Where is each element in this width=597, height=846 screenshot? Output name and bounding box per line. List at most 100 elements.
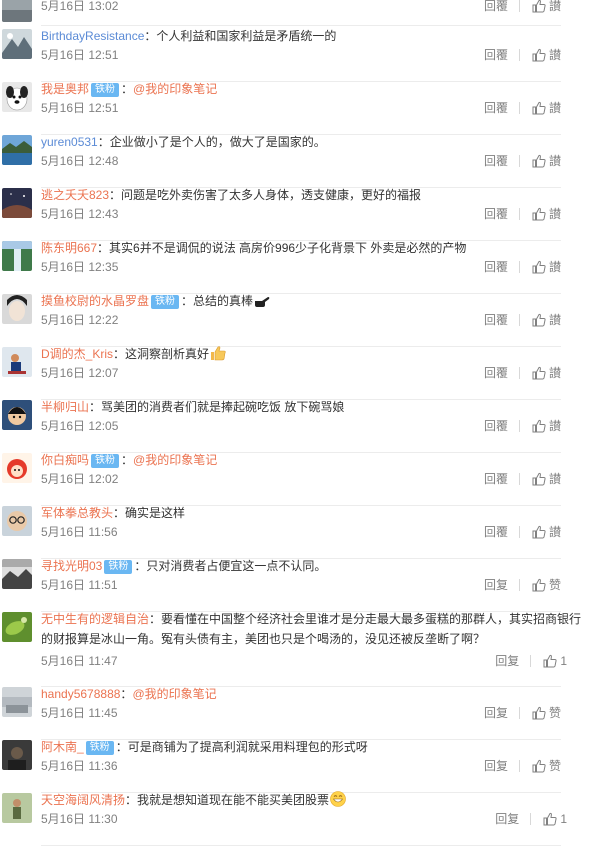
- comment-item: BirthdayResistance：个人利益和国家利益是矛盾统一的 5月16日 …: [0, 29, 597, 82]
- reply-button[interactable]: 回复: [495, 653, 519, 669]
- comment-actions: 回覆 讃: [484, 418, 561, 434]
- comment-username[interactable]: 我是奥邦: [41, 82, 89, 96]
- reply-button[interactable]: 回覆: [484, 524, 508, 540]
- avatar[interactable]: [2, 559, 32, 589]
- like-button[interactable]: 讃: [532, 365, 561, 381]
- comment-text: ：骂美团的消费者们就是捧起碗吃饭 放下碗骂娘: [89, 400, 345, 414]
- reply-button[interactable]: 回覆: [484, 365, 508, 381]
- like-button[interactable]: 讃: [532, 418, 561, 434]
- comment-username[interactable]: D调的杰_Kris: [41, 347, 113, 361]
- comment-timestamp: 5月16日 12:43: [41, 207, 119, 221]
- comment-text: ：确实是这样: [113, 506, 186, 520]
- reply-button[interactable]: 回覆: [484, 418, 508, 434]
- comment-username[interactable]: 逃之夭夭823: [41, 188, 109, 202]
- like-button[interactable]: 讃: [532, 259, 561, 275]
- comment-username[interactable]: 摸鱼校尉的水晶罗盘: [41, 294, 149, 308]
- like-button[interactable]: 讃: [532, 206, 561, 222]
- comment-username[interactable]: BirthdayResistance: [41, 29, 144, 43]
- like-button[interactable]: 讃: [532, 524, 561, 540]
- avatar[interactable]: [2, 506, 32, 536]
- like-button[interactable]: 1: [543, 653, 567, 669]
- avatar[interactable]: [2, 294, 32, 324]
- avatar[interactable]: [2, 687, 32, 717]
- comment-username[interactable]: 阿木南_: [41, 740, 84, 754]
- comment-item: 军体拳总教头：确实是这样 5月16日 11:56 回覆 讃: [0, 506, 597, 559]
- action-divider: [518, 155, 520, 167]
- reply-button[interactable]: 回复: [484, 705, 508, 721]
- like-icon: [532, 48, 546, 62]
- like-button[interactable]: 赞: [532, 758, 561, 774]
- reply-button[interactable]: 回覆: [484, 153, 508, 169]
- action-divider: [518, 526, 520, 538]
- comment-username[interactable]: 半柳归山: [41, 400, 89, 414]
- like-button[interactable]: 赞: [532, 577, 561, 593]
- reply-button[interactable]: 回覆: [484, 100, 508, 116]
- reply-button[interactable]: 回覆: [484, 259, 508, 275]
- comment-timestamp: 5月16日 13:02: [41, 0, 119, 13]
- comment-timestamp: 5月16日 11:56: [41, 525, 118, 539]
- like-button[interactable]: 讃: [532, 471, 561, 487]
- comment-username[interactable]: 你白痴吗: [41, 453, 89, 467]
- like-button[interactable]: 赞: [532, 705, 561, 721]
- avatar[interactable]: [2, 82, 32, 112]
- avatar[interactable]: [2, 347, 32, 377]
- like-label: 讃: [548, 419, 561, 433]
- avatar[interactable]: [2, 29, 32, 59]
- comment-username[interactable]: handy5678888: [41, 687, 120, 701]
- comment-timestamp: 5月16日 12:51: [41, 101, 119, 115]
- reply-button[interactable]: 回覆: [484, 206, 508, 222]
- avatar[interactable]: [2, 188, 32, 218]
- like-label: 赞: [548, 759, 561, 773]
- reply-button[interactable]: 回复: [484, 758, 508, 774]
- fan-badge[interactable]: 铁粉: [151, 295, 180, 309]
- comment-actions: 回覆 讃: [484, 524, 561, 540]
- pointing-hand-icon: [255, 297, 270, 307]
- avatar[interactable]: [2, 612, 32, 642]
- avatar[interactable]: [2, 135, 32, 165]
- reply-button[interactable]: 回覆: [484, 47, 508, 63]
- fan-badge[interactable]: 铁粉: [91, 454, 120, 468]
- comment-username[interactable]: 无中生有的逻辑自治: [41, 612, 149, 626]
- fan-badge[interactable]: 铁粉: [104, 560, 133, 574]
- like-label: 讃: [548, 313, 561, 327]
- avatar[interactable]: [2, 400, 32, 430]
- comment-username[interactable]: yuren0531: [41, 135, 98, 149]
- avatar[interactable]: [2, 740, 32, 770]
- comment-username[interactable]: 天空海阔风清扬: [41, 793, 125, 807]
- comment-text-line: 军体拳总教头：确实是这样: [41, 503, 585, 523]
- comment-username[interactable]: 军体拳总教头: [41, 506, 113, 520]
- mention-link[interactable]: @我的印象笔记: [133, 453, 217, 467]
- comment-actions: 回覆 讃: [484, 365, 561, 381]
- like-button[interactable]: 讃: [532, 153, 561, 169]
- like-button[interactable]: 讃: [532, 0, 561, 14]
- like-button[interactable]: 1: [543, 811, 567, 827]
- reply-button[interactable]: 回复: [484, 577, 508, 593]
- comment-actions: 回复 赞: [484, 577, 561, 593]
- reply-button[interactable]: 回复: [495, 811, 519, 827]
- comment-timestamp: 5月16日 11:51: [41, 578, 118, 592]
- like-button[interactable]: 讃: [532, 312, 561, 328]
- mention-link[interactable]: @我的印象笔记: [132, 687, 216, 701]
- like-button[interactable]: 讃: [532, 100, 561, 116]
- comment-username[interactable]: 陈东明667: [41, 241, 97, 255]
- action-divider: [518, 0, 520, 12]
- reply-button[interactable]: 回覆: [484, 471, 508, 487]
- comment-timestamp: 5月16日 12:48: [41, 154, 119, 168]
- avatar[interactable]: [2, 453, 32, 483]
- like-label: 讃: [548, 101, 561, 115]
- comment-timestamp: 5月16日 11:36: [41, 759, 118, 773]
- comment-text-line: 你白痴吗 铁粉 ：@我的印象笔记: [41, 450, 585, 470]
- avatar[interactable]: [2, 793, 32, 823]
- comment-timestamp: 5月16日 12:35: [41, 260, 119, 274]
- fan-badge[interactable]: 铁粉: [85, 741, 114, 755]
- reply-button[interactable]: 回覆: [484, 0, 508, 14]
- comment-username[interactable]: 寻找光明03: [41, 559, 102, 573]
- grin-emoji-icon: [330, 791, 346, 807]
- mention-link[interactable]: @我的印象笔记: [133, 82, 217, 96]
- fan-badge[interactable]: 铁粉: [91, 83, 120, 97]
- avatar[interactable]: [2, 241, 32, 271]
- avatar[interactable]: [2, 0, 32, 22]
- reply-button[interactable]: 回覆: [484, 312, 508, 328]
- comment-actions: 回复 1: [495, 811, 567, 827]
- like-button[interactable]: 讃: [532, 47, 561, 63]
